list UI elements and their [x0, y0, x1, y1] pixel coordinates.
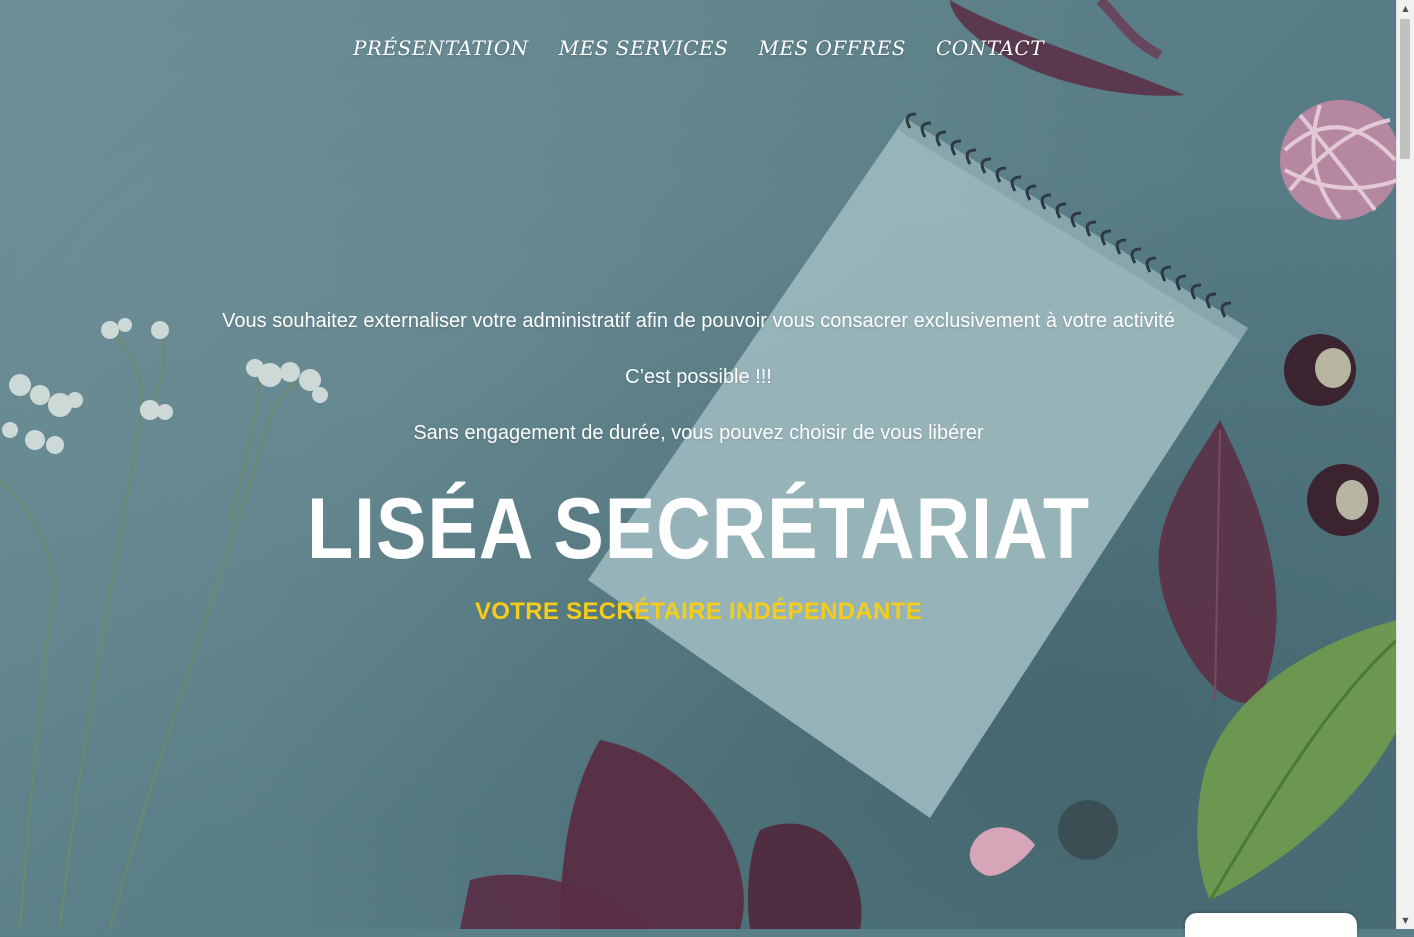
nav-mes-services[interactable]: MES SERVICES: [559, 36, 729, 60]
nav-contact[interactable]: CONTACT: [936, 36, 1044, 60]
leaf-bottom-middle: [748, 823, 862, 929]
wildflowers: [0, 329, 311, 929]
yarn-ball: [1280, 100, 1397, 220]
main-navigation: PRÉSENTATION MES SERVICES MES OFFRES CON…: [0, 36, 1397, 60]
intro-line-1: Vous souhaitez externaliser votre admini…: [222, 310, 1175, 332]
intro-line-2: C’est possible !!!: [625, 366, 772, 388]
small-flower: [969, 800, 1118, 876]
scroll-down-icon[interactable]: ▼: [1397, 912, 1414, 929]
nav-presentation[interactable]: PRÉSENTATION: [353, 36, 529, 60]
scroll-up-icon[interactable]: ▲: [1397, 0, 1414, 17]
decorative-background-image: [0, 0, 1397, 929]
site-subtitle: VOTRE SECRÉTAIRE INDÉPENDANTE: [475, 598, 922, 625]
scroll-thumb[interactable]: [1400, 19, 1410, 159]
chat-widget-tab[interactable]: [1185, 913, 1357, 937]
site-title: LISÉA SECRÉTARIAT: [306, 481, 1090, 577]
notebook-illustration: [588, 112, 1248, 818]
nav-mes-offres[interactable]: MES OFFRES: [758, 36, 906, 60]
intro-line-3: Sans engagement de durée, vous pouvez ch…: [413, 422, 984, 444]
hero-background: [0, 0, 1397, 929]
vertical-scrollbar[interactable]: ▲ ▼: [1396, 0, 1414, 929]
